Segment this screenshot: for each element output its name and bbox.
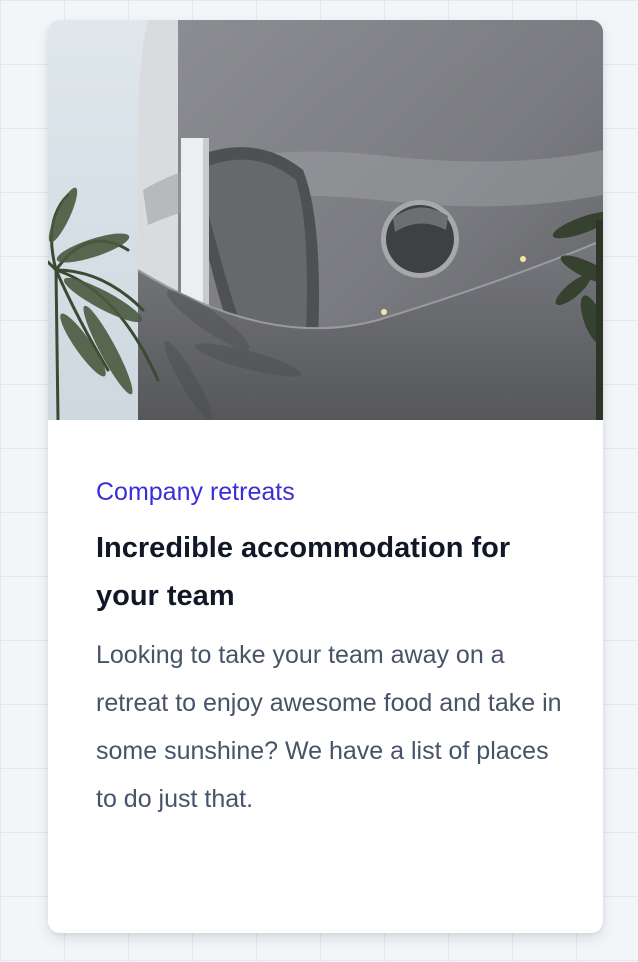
- card-content: Company retreats Incredible accommodatio…: [96, 475, 566, 823]
- post-description: Looking to take your team away on a retr…: [96, 641, 562, 813]
- category-label[interactable]: Company retreats: [96, 475, 566, 509]
- building-photo: [48, 20, 603, 420]
- post-title[interactable]: Incredible accommodation for your team: [96, 524, 566, 620]
- blog-post-card[interactable]: Company retreats Incredible accommodatio…: [48, 20, 603, 933]
